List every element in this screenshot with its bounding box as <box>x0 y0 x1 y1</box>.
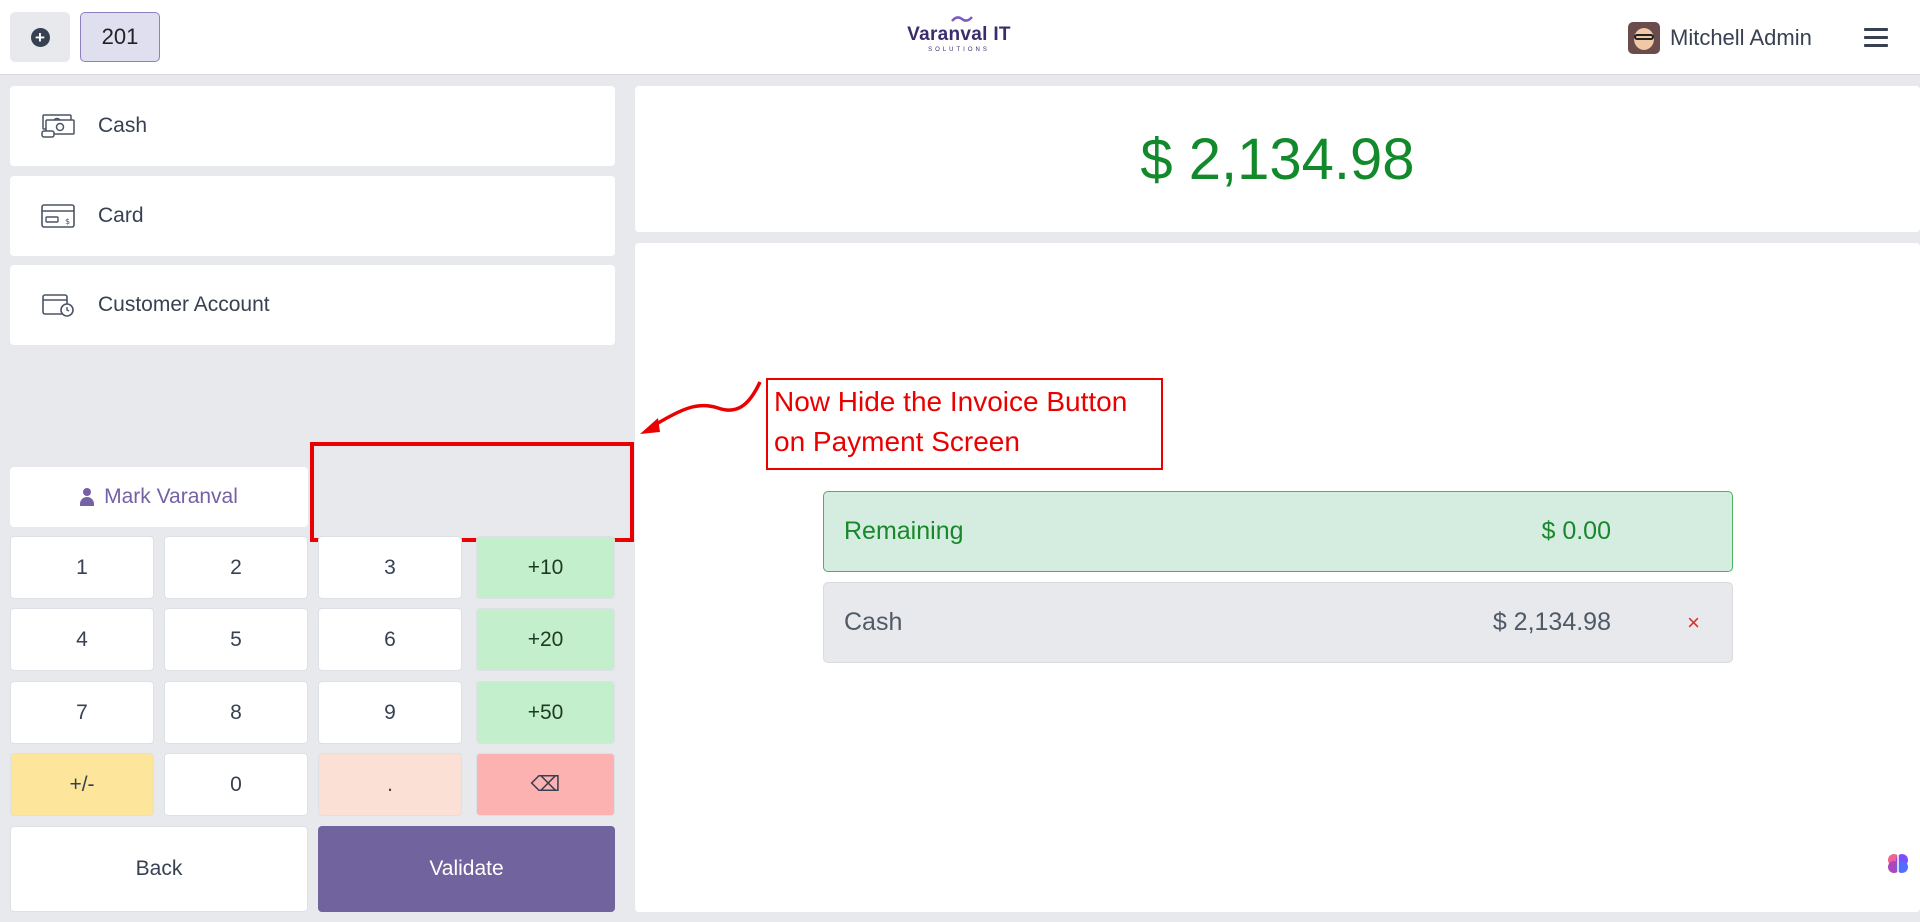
numpad-key-1[interactable]: 1 <box>10 536 154 599</box>
numpad-key-4[interactable]: 4 <box>10 608 154 671</box>
numpad-key-7[interactable]: 7 <box>10 681 154 744</box>
payment-line-cash[interactable]: Cash $ 2,134.98 × <box>823 582 1733 663</box>
numpad-key-0[interactable]: 0 <box>164 753 308 816</box>
annotation-line-2: on Payment Screen <box>774 426 1020 457</box>
logo-swoosh-icon <box>951 16 973 22</box>
numpad-key-9[interactable]: 9 <box>318 681 462 744</box>
numpad-key-plus-50[interactable]: +50 <box>476 681 615 744</box>
total-due-panel: $ 2,134.98 <box>635 86 1920 232</box>
hamburger-menu-icon[interactable] <box>1864 28 1888 48</box>
wallet-clock-icon <box>42 294 74 317</box>
payment-line-amount: $ 2,134.98 <box>1492 608 1611 636</box>
payment-method-label: Customer Account <box>98 293 270 316</box>
total-amount: $ 2,134.98 <box>1140 126 1415 192</box>
assistant-brain-icon[interactable] <box>1876 843 1920 883</box>
cash-icon <box>41 114 75 138</box>
numpad-key-5[interactable]: 5 <box>164 608 308 671</box>
payment-method-label: Card <box>98 204 144 227</box>
avatar <box>1628 22 1660 54</box>
remaining-amount: $ 0.00 <box>1541 517 1611 545</box>
payment-method-label: Cash <box>98 114 148 137</box>
person-icon <box>80 488 95 506</box>
payment-lines-panel <box>635 243 1920 912</box>
new-order-button[interactable]: + <box>10 12 70 62</box>
user-name: Mitchell Admin <box>1670 25 1812 50</box>
annotation-callout: Now Hide the Invoice Button on Payment S… <box>766 378 1163 470</box>
logo-subtitle: SOLUTIONS <box>928 47 990 53</box>
numpad-key-plus-20[interactable]: +20 <box>476 608 615 671</box>
numpad-key-6[interactable]: 6 <box>318 608 462 671</box>
remaining-line: Remaining $ 0.00 <box>823 491 1733 572</box>
validate-button[interactable]: Validate <box>318 826 615 912</box>
payment-method-cash[interactable]: Cash <box>10 86 615 166</box>
numpad-key-8[interactable]: 8 <box>164 681 308 744</box>
remove-payment-icon[interactable]: × <box>1687 610 1700 636</box>
numpad-key-sign-toggle[interactable]: +/- <box>10 753 154 816</box>
payment-method-card[interactable]: $ Card <box>10 176 615 256</box>
annotation-arrow-icon <box>640 381 762 434</box>
payment-line-label: Cash <box>844 608 903 636</box>
payment-method-customer-account[interactable]: Customer Account <box>10 265 615 345</box>
user-menu[interactable]: Mitchell Admin <box>1628 22 1812 54</box>
back-button[interactable]: Back <box>10 826 308 912</box>
hidden-invoice-button-highlight <box>310 442 634 542</box>
numpad-key-plus-10[interactable]: +10 <box>476 536 615 599</box>
company-logo: Varanval IT SOLUTIONS <box>903 10 1015 56</box>
numpad-key-3[interactable]: 3 <box>318 536 462 599</box>
card-icon: $ <box>41 204 75 228</box>
customer-name: Mark Varanval <box>104 485 238 508</box>
customer-button[interactable]: Mark Varanval <box>10 467 308 527</box>
remaining-label: Remaining <box>844 517 964 545</box>
svg-text:$: $ <box>65 217 70 226</box>
top-bar: + 201 Varanval IT SOLUTIONS Mitchell Adm… <box>0 0 1920 75</box>
backspace-icon[interactable]: ⌫ <box>476 753 615 816</box>
plus-circle-icon: + <box>30 27 50 47</box>
logo-title: Varanval IT <box>907 24 1011 45</box>
table-number-button[interactable]: 201 <box>80 12 160 62</box>
annotation-line-1: Now Hide the Invoice Button <box>774 386 1128 417</box>
numpad-key-2[interactable]: 2 <box>164 536 308 599</box>
numpad-key-decimal[interactable]: . <box>318 753 462 816</box>
